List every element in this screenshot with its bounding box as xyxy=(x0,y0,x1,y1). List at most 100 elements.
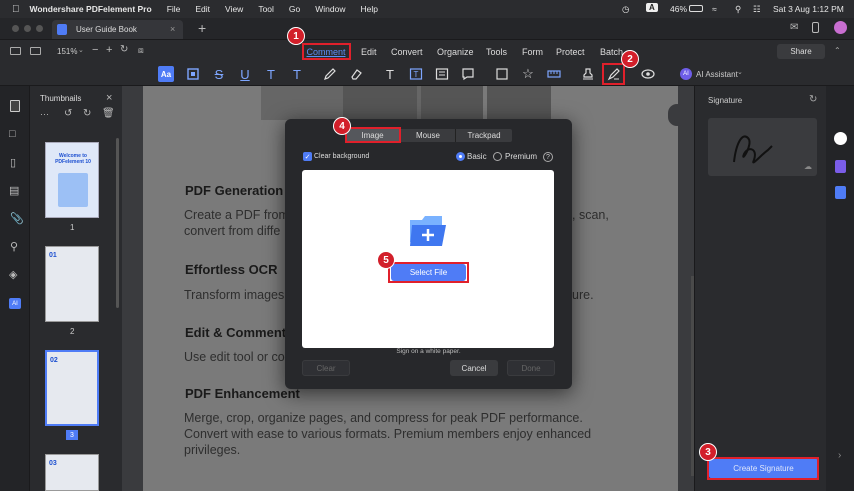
thumbnail-page-4[interactable]: 03 xyxy=(45,454,99,491)
thumbnails-scrollbar[interactable] xyxy=(116,138,119,308)
window-close-dot[interactable] xyxy=(12,25,19,32)
area-highlight-icon[interactable] xyxy=(185,66,201,82)
menu-help[interactable]: Help xyxy=(361,4,378,14)
share-button[interactable]: Share xyxy=(777,44,825,59)
input-indicator[interactable]: A xyxy=(646,3,658,12)
apple-icon[interactable]:  xyxy=(12,4,20,15)
user-avatar[interactable] xyxy=(834,21,847,34)
layout-icon[interactable] xyxy=(30,47,41,55)
control-center-icon[interactable]: ☷ xyxy=(753,4,761,15)
wifi-icon[interactable]: ≈ xyxy=(712,4,717,14)
rotate-right-icon[interactable]: ↻ xyxy=(83,108,91,119)
menu-view[interactable]: View xyxy=(225,4,243,14)
collapse-icon[interactable]: ⌃ xyxy=(834,46,841,55)
thumbnail-page-2[interactable]: 01 xyxy=(45,246,99,322)
strikethrough-icon[interactable]: S xyxy=(211,66,227,82)
tab-edit[interactable]: Edit xyxy=(361,47,377,57)
text-replace-icon[interactable]: T xyxy=(289,66,305,82)
zoom-in-button[interactable]: + xyxy=(106,44,112,56)
stamp-icon[interactable] xyxy=(580,66,596,82)
menu-edit[interactable]: Edit xyxy=(195,4,210,14)
new-tab-button[interactable]: + xyxy=(198,20,206,36)
search-icon[interactable]: ⚲ xyxy=(735,4,741,15)
basic-radio[interactable] xyxy=(456,152,465,161)
tab-mouse[interactable]: Mouse xyxy=(400,129,455,142)
measure-icon[interactable] xyxy=(546,66,562,82)
thumbnails-more-icon[interactable]: ··· xyxy=(40,109,49,119)
bookmark-icon[interactable]: ▯ xyxy=(10,156,16,169)
cloud-icon[interactable]: ☁ xyxy=(804,162,812,171)
tab-trackpad[interactable]: Trackpad xyxy=(455,129,512,142)
zoom-dropdown-icon[interactable]: ⌄ xyxy=(78,46,84,54)
text-box-icon[interactable]: T xyxy=(382,66,398,82)
note-icon[interactable] xyxy=(460,66,476,82)
thumbnail-page-3[interactable]: 02 xyxy=(45,350,99,426)
ai-assistant-dropdown-icon[interactable]: ⌄ xyxy=(737,68,743,76)
shape-icon[interactable] xyxy=(494,66,510,82)
clear-background-checkbox[interactable]: ✓ xyxy=(303,152,312,161)
battery-icon[interactable] xyxy=(689,5,703,12)
floating-panel-icon[interactable] xyxy=(668,104,686,126)
thumbnail-page-1[interactable]: Welcome to PDFelement 10 xyxy=(45,142,99,218)
saved-signature-card[interactable]: ☁ xyxy=(708,118,817,176)
layers-icon[interactable]: ▤ xyxy=(9,184,19,197)
tab-batch[interactable]: Batch xyxy=(600,47,623,57)
time-machine-icon[interactable]: ◷ xyxy=(622,4,629,15)
help-icon[interactable]: ? xyxy=(543,152,553,162)
menu-window[interactable]: Window xyxy=(315,4,345,14)
attachment-icon[interactable]: 📎 xyxy=(10,212,24,225)
refresh-icon[interactable]: ↻ xyxy=(809,94,817,105)
pencil-icon[interactable] xyxy=(322,66,338,82)
rotate-left-icon[interactable]: ↺ xyxy=(64,108,72,119)
eraser-icon[interactable] xyxy=(348,66,364,82)
menu-tool[interactable]: Tool xyxy=(258,4,274,14)
menu-go[interactable]: Go xyxy=(289,4,300,14)
rotate-icon[interactable]: ↻ xyxy=(120,44,128,55)
cancel-button[interactable]: Cancel xyxy=(450,360,498,376)
menu-file[interactable]: File xyxy=(167,4,181,14)
sidebar-toggle-icon[interactable] xyxy=(10,47,21,55)
device-icon[interactable] xyxy=(812,22,819,33)
thumbnails-close-icon[interactable]: × xyxy=(106,92,112,104)
search-panel-icon[interactable]: ⚲ xyxy=(10,240,18,253)
stamp-star-icon[interactable]: ☆ xyxy=(520,66,536,82)
bell-icon[interactable]: ✉ xyxy=(790,22,798,33)
clock-datetime[interactable]: Sat 3 Aug 1:12 PM xyxy=(773,4,844,14)
tab-form[interactable]: Form xyxy=(522,47,543,57)
window-max-dot[interactable] xyxy=(36,25,43,32)
highlight-text-icon[interactable]: Aa xyxy=(158,66,174,82)
tab-organize[interactable]: Organize xyxy=(437,47,474,57)
purple-tool-icon[interactable] xyxy=(835,160,846,173)
ai-assistant-button[interactable]: AI Assistant xyxy=(696,70,738,79)
comments-icon[interactable]: □ xyxy=(9,128,16,140)
thumbnails-icon[interactable] xyxy=(10,100,20,112)
premium-radio[interactable] xyxy=(493,152,502,161)
tab-tools[interactable]: Tools xyxy=(486,47,507,57)
share-label: Share xyxy=(790,47,812,56)
tab-close-icon[interactable]: × xyxy=(170,24,175,34)
stack-icon[interactable]: ◈ xyxy=(9,268,17,281)
dialog-canvas[interactable] xyxy=(302,170,554,348)
clear-button[interactable]: Clear xyxy=(302,360,350,376)
underline-icon[interactable]: U xyxy=(237,66,253,82)
translate-icon[interactable] xyxy=(835,186,846,199)
chat-icon[interactable] xyxy=(834,132,847,145)
app-name-menu[interactable]: Wondershare PDFelement Pro xyxy=(30,4,152,14)
done-button[interactable]: Done xyxy=(507,360,555,376)
section-body-line: Merge, crop, organize pages, and compres… xyxy=(184,411,583,425)
panel-scrollbar[interactable] xyxy=(691,276,694,476)
tab-convert[interactable]: Convert xyxy=(391,47,423,57)
window-min-dot[interactable] xyxy=(24,25,31,32)
fit-page-icon[interactable]: ⧈ xyxy=(138,45,144,56)
zoom-out-button[interactable]: − xyxy=(92,44,98,56)
ai-sidebar-icon[interactable]: AI xyxy=(9,298,21,309)
delete-page-icon[interactable]: 🗑 xyxy=(102,108,115,119)
hide-comments-eye-icon[interactable] xyxy=(640,66,656,82)
squiggly-text-icon[interactable]: T xyxy=(263,66,279,82)
expand-arrow-icon[interactable]: › xyxy=(838,450,841,461)
zoom-level[interactable]: 151% xyxy=(57,47,77,56)
callout-icon[interactable] xyxy=(434,66,450,82)
tab-protect[interactable]: Protect xyxy=(556,47,585,57)
tab-user-guide-book[interactable]: User Guide Book × xyxy=(52,20,183,39)
text-field-icon[interactable]: T xyxy=(408,66,424,82)
